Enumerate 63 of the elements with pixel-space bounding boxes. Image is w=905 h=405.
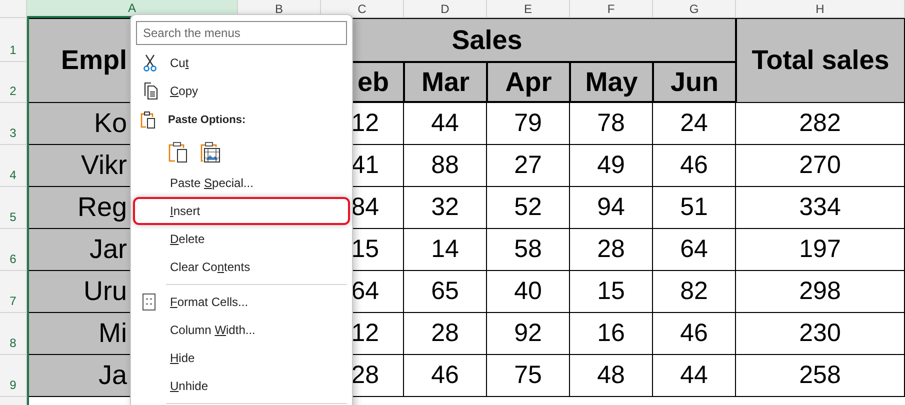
row-header[interactable]: 9: [0, 355, 27, 397]
table-cell: 64: [653, 229, 736, 271]
table-cell: 48: [570, 355, 653, 397]
row-header[interactable]: 6: [0, 229, 27, 271]
table-cell: 270: [736, 145, 905, 187]
copy-icon: [142, 82, 160, 100]
row-header[interactable]: 7: [0, 271, 27, 313]
search-field[interactable]: Search the menus: [136, 21, 347, 45]
column-header[interactable]: C: [321, 0, 404, 18]
table-cell: 82: [653, 271, 736, 313]
table-cell: 94: [570, 187, 653, 229]
table-cell: 282: [736, 103, 905, 145]
clipboard-icon: [140, 111, 156, 129]
table-cell: 258: [736, 355, 905, 397]
table-cell: Apr: [487, 62, 570, 103]
table-cell: 75: [487, 355, 570, 397]
table-cell: 78: [570, 103, 653, 145]
format-cells-icon: [142, 293, 156, 311]
table-cell: Mar: [404, 62, 487, 103]
table-cell: 46: [653, 313, 736, 355]
table-cell: 58: [487, 229, 570, 271]
table-cell: 49: [570, 145, 653, 187]
table-cell: 65: [404, 271, 487, 313]
column-header[interactable]: E: [487, 0, 570, 18]
table-cell: 28: [570, 229, 653, 271]
table-cell: 79: [487, 103, 570, 145]
table-cell: 40: [487, 271, 570, 313]
column-header[interactable]: D: [404, 0, 487, 18]
table-cell: 51: [653, 187, 736, 229]
table-cell: 44: [653, 355, 736, 397]
table-cell: 46: [404, 355, 487, 397]
table-cell: May: [570, 62, 653, 103]
row-header[interactable]: 3: [0, 103, 27, 145]
table-cell: 334: [736, 187, 905, 229]
table-cell: 15: [570, 271, 653, 313]
scissors-icon: [142, 54, 158, 72]
table-cell: 28: [404, 313, 487, 355]
table-cell: 27: [487, 145, 570, 187]
row-header[interactable]: 8: [0, 313, 27, 355]
table-cell: 298: [736, 271, 905, 313]
row-header[interactable]: 1: [0, 18, 27, 62]
table-cell: 44: [404, 103, 487, 145]
menu-item[interactable]: Insert: [133, 197, 350, 225]
table-cell: Total sales: [736, 18, 905, 103]
table-cell: 92: [487, 313, 570, 355]
paste-picture-icon[interactable]: [200, 141, 222, 163]
table-cell: 14: [404, 229, 487, 271]
table-cell: 230: [736, 313, 905, 355]
row-header[interactable]: 4: [0, 145, 27, 187]
table-cell: 197: [736, 229, 905, 271]
paste-icon[interactable]: [168, 141, 190, 163]
column-header[interactable]: F: [570, 0, 653, 18]
column-header[interactable]: G: [653, 0, 736, 18]
table-cell: 24: [653, 103, 736, 145]
row-header[interactable]: 5: [0, 187, 27, 229]
table-cell: 16: [570, 313, 653, 355]
table-cell: 88: [404, 145, 487, 187]
row-header[interactable]: 2: [0, 62, 27, 103]
column-header[interactable]: H: [736, 0, 905, 18]
table-cell: 46: [653, 145, 736, 187]
table-cell: 52: [487, 187, 570, 229]
table-cell: 32: [404, 187, 487, 229]
table-cell: Jun: [653, 62, 736, 103]
